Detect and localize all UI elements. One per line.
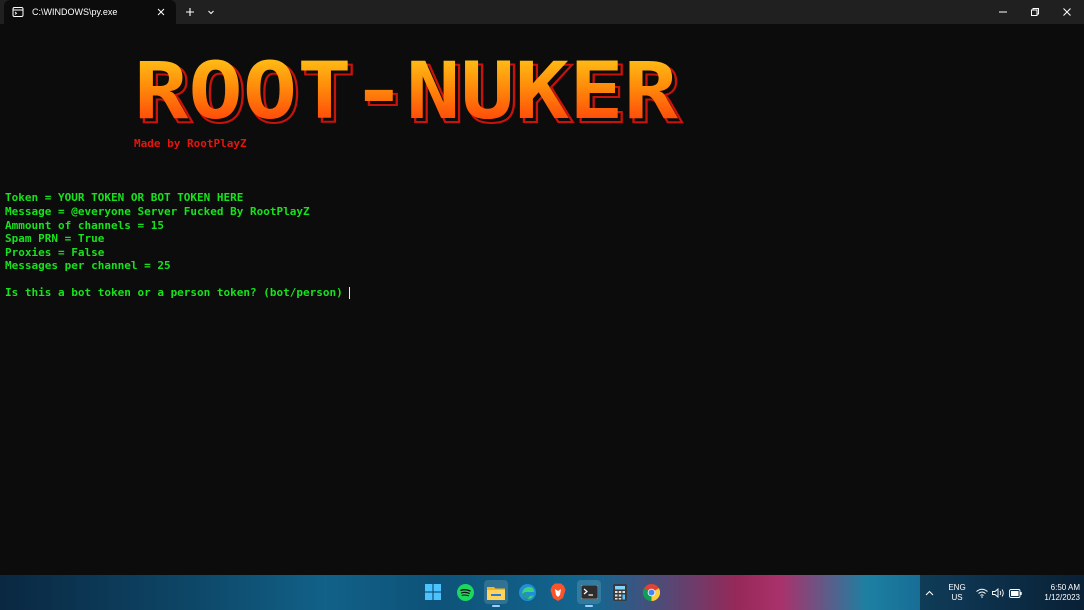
language-indicator[interactable]: ENG US xyxy=(942,582,972,604)
text-cursor xyxy=(348,286,350,299)
terminal-icon xyxy=(12,6,24,18)
restore-icon xyxy=(1031,8,1039,16)
taskbar: ENG US 6:50 AM 1/12/2023 xyxy=(0,575,1084,610)
tab-dropdown-button[interactable] xyxy=(202,0,220,24)
wifi-icon xyxy=(976,588,988,598)
calculator-icon[interactable] xyxy=(608,580,632,604)
terminal-icon[interactable] xyxy=(577,580,601,607)
active-indicator xyxy=(585,605,593,607)
system-status-group[interactable] xyxy=(976,586,1022,600)
windows-start-icon[interactable] xyxy=(421,580,445,604)
config-line-messages: Messages per channel = 25 xyxy=(5,259,171,272)
file-explorer-icon[interactable] xyxy=(484,580,508,607)
terminal-tab[interactable]: C:\WINDOWS\py.exe xyxy=(4,0,176,24)
config-line-proxies: Proxies = False xyxy=(5,246,105,259)
config-line-spam: Spam PRN = True xyxy=(5,232,105,245)
clock-date: 1/12/2023 xyxy=(1044,593,1080,602)
config-line-token: Token = YOUR TOKEN OR BOT TOKEN HERE xyxy=(5,191,244,204)
config-line-message: Message = @everyone Server Fucked By Roo… xyxy=(5,205,310,218)
console-output[interactable]: ROOT-NUKER ROOT-NUKER ROOT-NUKER Made by… xyxy=(0,24,1084,575)
restore-button[interactable] xyxy=(1020,0,1050,24)
chrome-icon[interactable] xyxy=(639,580,663,604)
volume-icon xyxy=(992,588,1004,598)
lang-code: ENG xyxy=(948,583,966,592)
tab-title: C:\WINDOWS\py.exe xyxy=(32,7,118,17)
battery-icon xyxy=(1009,588,1022,598)
clock-time: 6:50 AM xyxy=(1050,583,1080,592)
input-prompt[interactable]: Is this a bot token or a person token? (… xyxy=(5,286,350,300)
title-bar: C:\WINDOWS\py.exe xyxy=(0,0,1084,24)
close-window-button[interactable] xyxy=(1052,0,1082,24)
ascii-banner: ROOT-NUKER ROOT-NUKER ROOT-NUKER xyxy=(134,52,683,134)
prompt-text: Is this a bot token or a person token? (… xyxy=(5,286,343,299)
lang-region: US xyxy=(951,593,963,602)
plus-icon xyxy=(186,8,194,16)
minimize-button[interactable] xyxy=(988,0,1018,24)
new-tab-button[interactable] xyxy=(180,0,200,24)
minimize-icon xyxy=(999,11,1007,13)
clock[interactable]: 6:50 AM 1/12/2023 xyxy=(1030,582,1080,604)
close-icon xyxy=(1063,8,1071,16)
credit-line: Made by RootPlayZ xyxy=(134,137,247,150)
chevron-down-icon xyxy=(208,10,214,15)
tab-close-icon[interactable] xyxy=(154,5,168,19)
config-line-channels: Ammount of channels = 15 xyxy=(5,219,164,232)
edge-icon[interactable] xyxy=(515,580,539,604)
spotify-icon[interactable] xyxy=(453,580,477,604)
active-indicator xyxy=(492,605,500,607)
banner-text: ROOT-NUKER xyxy=(134,52,678,134)
brave-icon[interactable] xyxy=(546,580,570,604)
chevron-up-icon[interactable] xyxy=(922,586,936,600)
